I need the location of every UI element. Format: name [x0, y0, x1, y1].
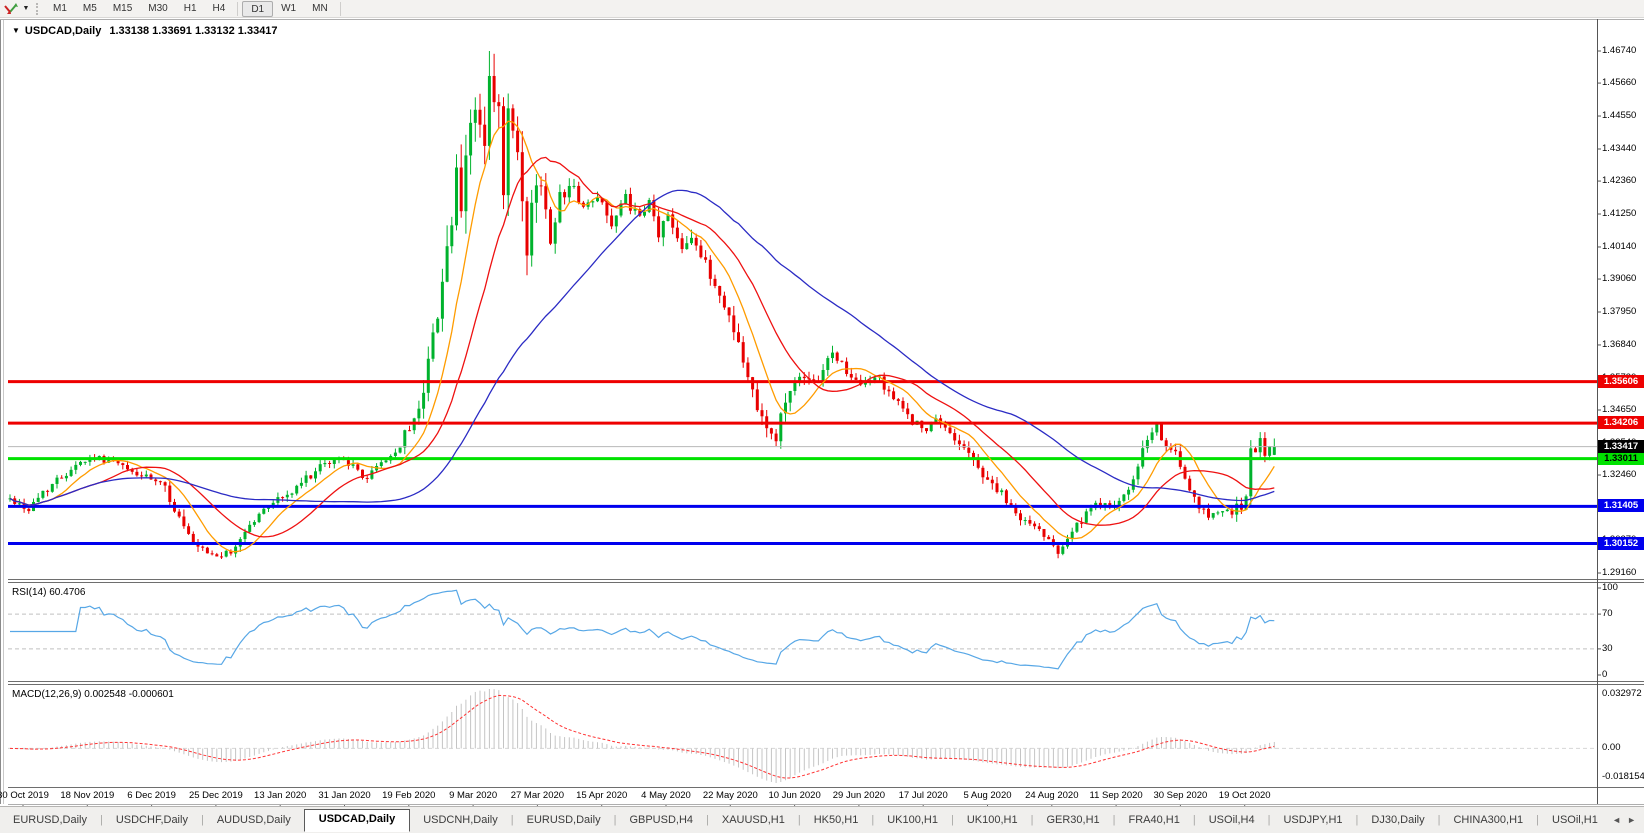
price-tick: 1.34650	[1602, 404, 1636, 415]
date-tick-label: 6 Dec 2019	[127, 790, 176, 801]
timeframe-toolbar: ▼ M1M5M15M30H1H4 D1W1MN	[0, 0, 1644, 18]
date-tick-label: 10 Jun 2020	[768, 790, 820, 801]
level-price-tag: 1.35606	[1598, 375, 1644, 388]
price-tick: 1.45660	[1602, 77, 1636, 88]
date-tick-label: 22 May 2020	[703, 790, 758, 801]
price-tick: 1.29160	[1602, 567, 1636, 578]
chart-tab-audusd-daily[interactable]: AUDUSD,Daily	[204, 810, 304, 831]
level-price-tag: 1.34206	[1598, 416, 1644, 429]
chart-ohlc-values: 1.33138 1.33691 1.33132 1.33417	[109, 25, 277, 37]
date-tick-label: 17 Jul 2020	[899, 790, 948, 801]
date-tick-label: 4 May 2020	[641, 790, 691, 801]
chart-tab-bar: EURUSD,Daily|USDCHF,Daily|AUDUSD,DailyUS…	[0, 806, 1644, 833]
chart-tab-usoil-h1[interactable]: USOil,H1	[1539, 810, 1611, 831]
date-tick-label: 25 Dec 2019	[189, 790, 243, 801]
chart-tab-ger30-h1[interactable]: GER30,H1	[1033, 810, 1112, 831]
rsi-label: RSI(14) 60.4706	[12, 587, 85, 598]
timeframe-button-w1[interactable]: W1	[273, 1, 304, 17]
price-tick: 1.40140	[1602, 241, 1636, 252]
timeframe-buttons: M1M5M15M30H1H4 D1W1MN	[45, 1, 345, 17]
chart-tab-usdchf-daily[interactable]: USDCHF,Daily	[103, 810, 201, 831]
chart-tab-usdjpy-h1[interactable]: USDJPY,H1	[1270, 810, 1355, 831]
macd-axis-min: -0.018154	[1602, 771, 1644, 782]
chart-dropdown-icon[interactable]: ▼	[12, 26, 20, 35]
timeframe-button-h1[interactable]: H1	[176, 1, 205, 17]
date-tick-label: 31 Jan 2020	[318, 790, 370, 801]
date-tick-label: 24 Aug 2020	[1025, 790, 1078, 801]
timeframe-button-mn[interactable]: MN	[304, 1, 336, 17]
date-tick-label: 30 Oct 2019	[0, 790, 49, 801]
timeframe-button-d1[interactable]: D1	[242, 1, 273, 17]
date-tick-label: 19 Oct 2020	[1219, 790, 1271, 801]
level-price-tag: 1.31405	[1598, 499, 1644, 512]
rsi-tick: 100	[1602, 582, 1618, 593]
price-tick: 1.36840	[1602, 339, 1636, 350]
date-tick-label: 29 Jun 2020	[833, 790, 885, 801]
price-tick: 1.41250	[1602, 208, 1636, 219]
chart-tab-usdcad-daily[interactable]: USDCAD,Daily	[304, 809, 410, 832]
tab-scroll-right-icon[interactable]: ►	[1627, 815, 1636, 825]
timeframe-button-m30[interactable]: M30	[140, 1, 175, 17]
chart-symbol-label: USDCAD,Daily	[25, 25, 101, 37]
price-tick: 1.44550	[1602, 110, 1636, 121]
price-tick: 1.37950	[1602, 306, 1636, 317]
rsi-tick: 70	[1602, 608, 1613, 619]
rsi-tick: 30	[1602, 643, 1613, 654]
date-tick-label: 11 Sep 2020	[1090, 790, 1143, 801]
price-tick: 1.46740	[1602, 45, 1636, 56]
chart-tab-china300-h1[interactable]: CHINA300,H1	[1440, 810, 1536, 831]
level-price-tag: 1.30152	[1598, 537, 1644, 550]
date-tick-label: 13 Jan 2020	[254, 790, 306, 801]
tab-scroll-left-icon[interactable]: ◄	[1612, 815, 1621, 825]
date-tick-label: 15 Apr 2020	[576, 790, 627, 801]
macd-axis-zero: 0.00	[1602, 742, 1621, 753]
chart-tab-fra40-h1[interactable]: FRA40,H1	[1116, 810, 1193, 831]
chart-tab-uk100-h1[interactable]: UK100,H1	[954, 810, 1031, 831]
price-tick: 1.43440	[1602, 143, 1636, 154]
rsi-tick: 0	[1602, 669, 1607, 680]
price-tick: 1.32460	[1602, 469, 1636, 480]
macd-axis-max: 0.032972	[1602, 688, 1642, 699]
date-tick-label: 5 Aug 2020	[963, 790, 1011, 801]
date-tick-label: 30 Sep 2020	[1153, 790, 1207, 801]
date-tick-label: 9 Mar 2020	[449, 790, 497, 801]
date-tick-label: 19 Feb 2020	[382, 790, 435, 801]
chart-tab-dj30-daily[interactable]: DJ30,Daily	[1358, 810, 1437, 831]
timeframe-button-h4[interactable]: H4	[205, 1, 234, 17]
chart-tab-usoil-h4[interactable]: USOil,H4	[1196, 810, 1268, 831]
chart-title: ▼ USDCAD,Daily 1.33138 1.33691 1.33132 1.3…	[12, 25, 278, 37]
date-tick-label: 18 Nov 2019	[60, 790, 114, 801]
timeframe-button-m15[interactable]: M15	[105, 1, 140, 17]
price-tick: 1.39060	[1602, 273, 1636, 284]
bid-price-tag: 1.33417	[1598, 440, 1644, 453]
tab-scroll-buttons: ◄►	[1612, 815, 1644, 825]
chart-tab-uk100-h1[interactable]: UK100,H1	[874, 810, 951, 831]
date-tick-label: 27 Mar 2020	[511, 790, 564, 801]
timeframe-button-m1[interactable]: M1	[45, 1, 75, 17]
chart-arrows-icon[interactable]	[2, 1, 20, 17]
mt4-window: ▼ M1M5M15M30H1H4 D1W1MN ▼ USDCAD,Daily 1.33…	[0, 0, 1644, 833]
macd-label: MACD(12,26,9) 0.002548 -0.000601	[12, 689, 174, 700]
chevron-down-icon[interactable]: ▼	[20, 5, 32, 12]
price-tick: 1.42360	[1602, 175, 1636, 186]
chart-tab-hk50-h1[interactable]: HK50,H1	[801, 810, 872, 831]
timeframe-button-m5[interactable]: M5	[75, 1, 105, 17]
chart-tab-eurusd-daily[interactable]: EURUSD,Daily	[0, 810, 100, 831]
chart-tab-eurusd-daily[interactable]: EURUSD,Daily	[514, 810, 614, 831]
chart-tab-xauusd-h1[interactable]: XAUUSD,H1	[709, 810, 798, 831]
chart-canvas[interactable]	[0, 0, 1644, 806]
toolbar-grip[interactable]	[36, 3, 41, 15]
chart-tab-gbpusd-h4[interactable]: GBPUSD,H4	[616, 810, 706, 831]
chart-tab-usdcnh-daily[interactable]: USDCNH,Daily	[410, 810, 511, 831]
level-price-tag: 1.33011	[1598, 452, 1644, 465]
